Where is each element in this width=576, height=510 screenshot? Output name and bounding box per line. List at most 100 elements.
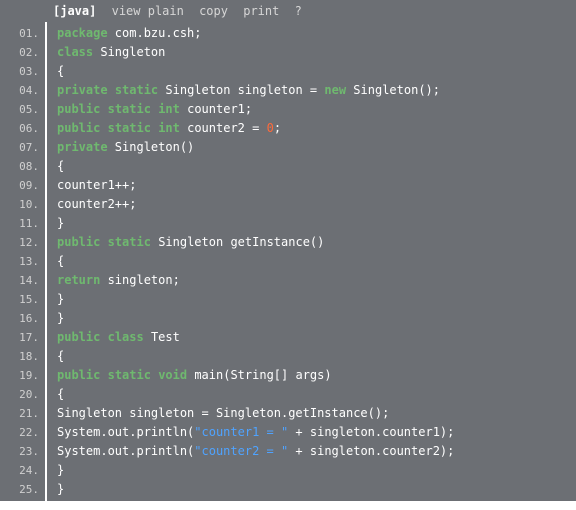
line-number: 12. (3, 233, 45, 252)
code-line: { (57, 62, 576, 81)
code-text (100, 330, 107, 344)
line-number: 22. (3, 423, 45, 442)
code-text: ; (274, 121, 281, 135)
line-number: 07. (3, 138, 45, 157)
code-text: singleton (238, 83, 303, 97)
keyword: int (158, 102, 180, 116)
code-text: Singleton(); (346, 83, 440, 97)
code-text: System.out.println( (57, 444, 194, 458)
number-literal: 0 (267, 121, 274, 135)
code-line: { (57, 385, 576, 404)
code-text: com.bzu.csh; (108, 26, 202, 40)
line-number: 13. (3, 252, 45, 271)
code-text: Test (144, 330, 180, 344)
keyword: package (57, 26, 108, 40)
code-toolbar: [java] view plain copy print ? (3, 0, 576, 22)
code-text: Singleton (165, 83, 230, 97)
code-line: counter2++; (57, 195, 576, 214)
code-text (100, 102, 107, 116)
line-number: 23. (3, 442, 45, 461)
code-line: public static int counter2 = 0; (57, 119, 576, 138)
code-line: private static Singleton singleton = new… (57, 81, 576, 100)
line-number: 20. (3, 385, 45, 404)
keyword: public (57, 368, 100, 382)
code-line: return singleton; (57, 271, 576, 290)
code-line: package com.bzu.csh; (57, 24, 576, 43)
code-text: { (57, 349, 64, 363)
keyword-new: new (324, 83, 346, 97)
string-literal: "counter1 = " (194, 425, 288, 439)
keyword: static (108, 368, 151, 382)
language-tag: [java] (53, 4, 96, 18)
keyword: static (115, 83, 158, 97)
keyword: static (108, 121, 151, 135)
code-text: + singleton.counter2); (288, 444, 454, 458)
line-number: 16. (3, 309, 45, 328)
code-line: } (57, 480, 576, 499)
string-literal: "counter2 = " (194, 444, 288, 458)
keyword: return (57, 273, 100, 287)
view-plain-link[interactable]: view plain (112, 4, 184, 18)
print-link[interactable]: print (243, 4, 279, 18)
code-text: } (57, 216, 64, 230)
code-text: } (57, 292, 64, 306)
code-text: Singleton singleton = Singleton.getInsta… (57, 406, 389, 420)
line-number: 03. (3, 62, 45, 81)
code-line: public static int counter1; (57, 100, 576, 119)
code-text: main(String[] args) (187, 368, 332, 382)
line-number: 15. (3, 290, 45, 309)
code-text: Singleton (93, 45, 165, 59)
help-link[interactable]: ? (295, 4, 302, 18)
keyword: public (57, 330, 100, 344)
code-text: { (57, 159, 64, 173)
code-text: } (57, 482, 64, 496)
code-line: counter1++; (57, 176, 576, 195)
line-number: 06. (3, 119, 45, 138)
line-gutter: 01. 02. 03. 04. 05. 06. 07. 08. 09. 10. … (3, 22, 47, 501)
code-text: counter2++; (57, 197, 136, 211)
code-block: [java] view plain copy print ? 01. 02. 0… (0, 0, 576, 501)
code-line: { (57, 252, 576, 271)
code-text: { (57, 64, 64, 78)
code-line: System.out.println("counter2 = " + singl… (57, 442, 576, 461)
code-line: class Singleton (57, 43, 576, 62)
line-number: 08. (3, 157, 45, 176)
line-number: 05. (3, 100, 45, 119)
code-text: + singleton.counter1); (288, 425, 454, 439)
line-number: 11. (3, 214, 45, 233)
keyword: class (108, 330, 144, 344)
code-text: System.out.println( (57, 425, 194, 439)
keyword: int (158, 121, 180, 135)
code-text: = (303, 83, 325, 97)
code-text (108, 83, 115, 97)
copy-link[interactable]: copy (199, 4, 228, 18)
line-number: 25. (3, 480, 45, 499)
code-text: counter1; (180, 102, 252, 116)
line-number: 24. (3, 461, 45, 480)
code-line: public class Test (57, 328, 576, 347)
code-line: } (57, 290, 576, 309)
code-text (100, 121, 107, 135)
code-line: } (57, 214, 576, 233)
keyword: class (57, 45, 93, 59)
code-text: counter1++; (57, 178, 136, 192)
keyword: public (57, 235, 100, 249)
code-line: public static Singleton getInstance() (57, 233, 576, 252)
line-number: 01. (3, 24, 45, 43)
code-body: 01. 02. 03. 04. 05. 06. 07. 08. 09. 10. … (3, 22, 576, 501)
code-text (230, 83, 237, 97)
code-text: Singleton() (108, 140, 195, 154)
code-lines: package com.bzu.csh; class Singleton { p… (47, 22, 576, 501)
line-number: 19. (3, 366, 45, 385)
keyword: static (108, 235, 151, 249)
keyword: static (108, 102, 151, 116)
code-line: public static void main(String[] args) (57, 366, 576, 385)
code-text: counter2 = (180, 121, 267, 135)
line-number: 21. (3, 404, 45, 423)
code-line: { (57, 347, 576, 366)
code-text: Singleton (158, 235, 223, 249)
code-line: private Singleton() (57, 138, 576, 157)
code-text (100, 235, 107, 249)
code-text: singleton; (100, 273, 179, 287)
code-text: } (57, 463, 64, 477)
